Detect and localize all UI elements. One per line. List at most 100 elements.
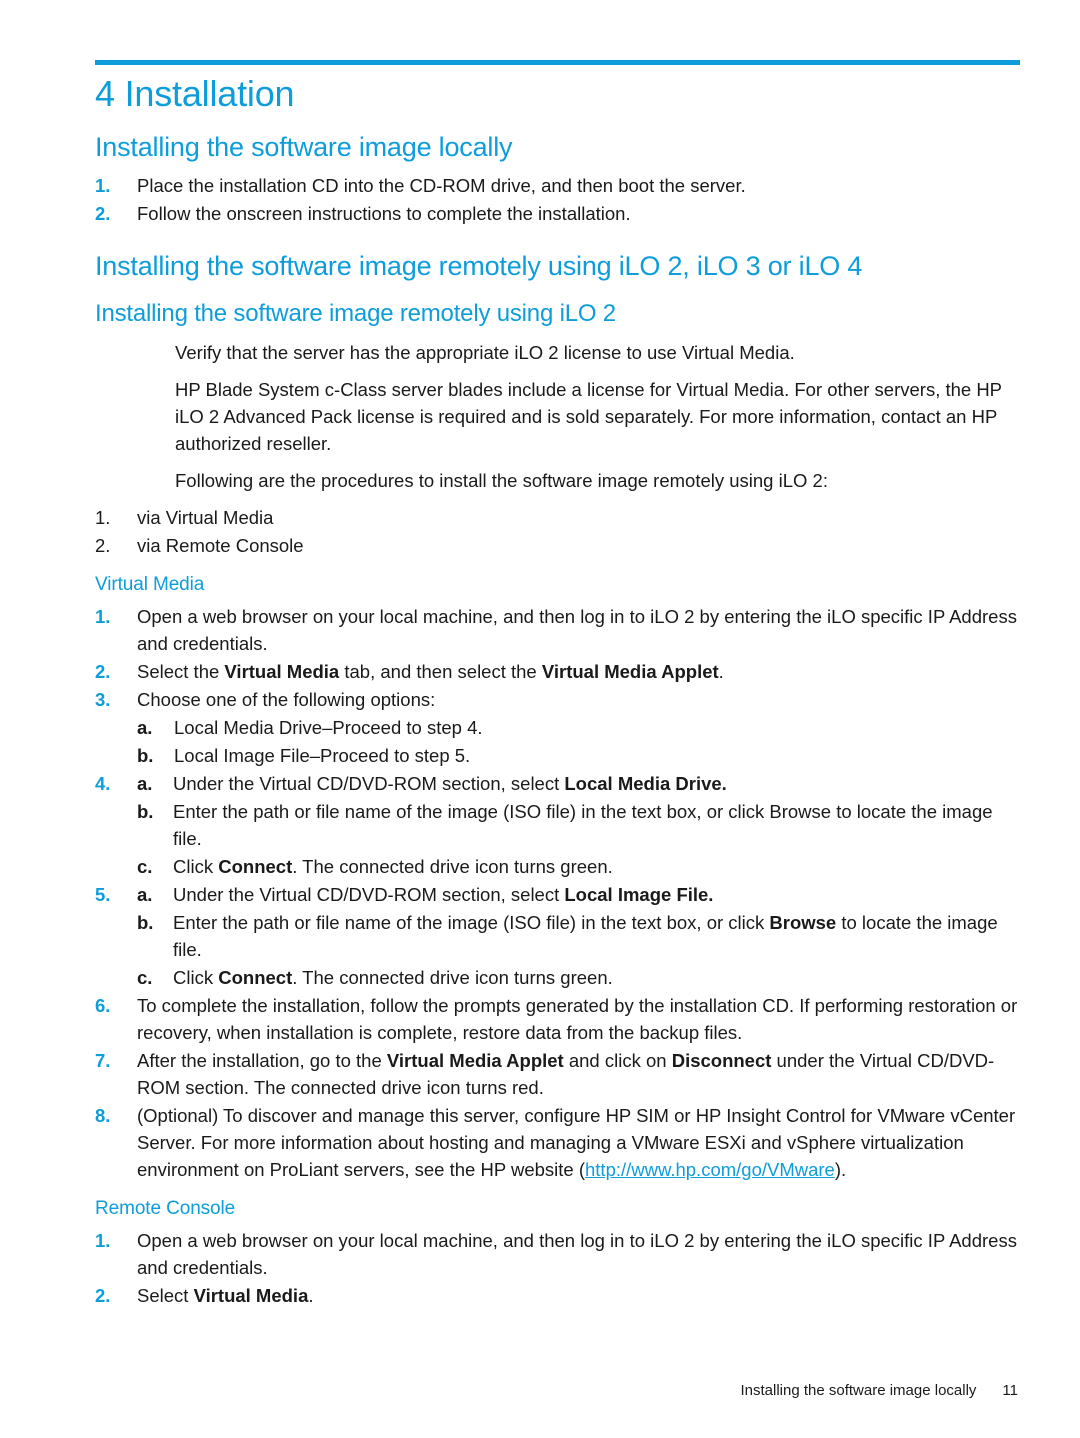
method-text: via Remote Console [137,535,304,556]
list-item: 5. a. Under the Virtual CD/DVD-ROM secti… [95,881,1020,908]
method-number: 2. [95,535,111,556]
sub-step-text: Local Media Drive–Proceed to step 4. [174,717,483,738]
list-item: b. Local Image File–Proceed to step 5. [137,742,1020,769]
emphasis-virtual-media: Virtual Media [224,661,340,682]
step-text: Place the installation CD into the CD-RO… [137,175,746,196]
paragraph-procedures-intro: Following are the procedures to install … [175,470,828,491]
step-number: 2. [95,661,111,682]
list-item: b. Enter the path or file name of the im… [95,798,1020,852]
step-text-mid: tab, and then select the [339,661,542,682]
emphasis-browse: Browse [769,912,837,933]
minor-heading-remote-console: Remote Console [95,1198,236,1219]
step-number: 8. [95,1105,111,1126]
list-item: b. Enter the path or file name of the im… [95,909,1020,963]
step-number: 2. [95,1285,111,1306]
step-text-pre: After the installation, go to the [137,1050,387,1071]
step-number: 4. [95,773,111,794]
sub-step-letter: b. [137,801,154,822]
chapter-title: 4 Installation [95,73,295,114]
sub-step-text-pre: Enter the path or file name of the image… [173,801,993,849]
remote-body: Verify that the server has the appropria… [175,339,1020,494]
list-item: 6. To complete the installation, follow … [95,992,1020,1046]
sub-step-text-post: . The connected drive icon turns green. [292,967,613,988]
emphasis-virtual-media-applet: Virtual Media Applet [386,1050,564,1071]
list-item: 2. Select the Virtual Media tab, and the… [95,658,1020,685]
sub-step-text-pre: Click [173,856,219,877]
sub-step-text-pre: Under the Virtual CD/DVD-ROM section, se… [173,773,565,794]
sub-step-text-pre: Under the Virtual CD/DVD-ROM section, se… [173,884,565,905]
local-steps-list: 1. Place the installation CD into the CD… [95,172,1020,227]
list-item: 7. After the installation, go to the Vir… [95,1047,1020,1101]
sub-step-letter: c. [137,856,153,877]
hp-vmware-link[interactable]: http://www.hp.com/go/VMware [585,1159,835,1180]
step-number: 5. [95,884,111,905]
step-text: Follow the onscreen instructions to comp… [137,203,631,224]
page-content: 4 Installation Installing the software i… [95,72,1020,1310]
step-text-post: . [718,661,724,682]
emphasis-virtual-media: Virtual Media [193,1285,309,1306]
list-item: 1. via Virtual Media [95,504,1020,531]
remote-console-steps-list: 1. Open a web browser on your local mach… [95,1227,1020,1309]
emphasis-connect: Connect [218,856,293,877]
sub-step-letter: a. [137,773,153,794]
step-text: To complete the installation, follow the… [137,995,1018,1043]
step-number: 6. [95,995,111,1016]
list-item: 2. via Remote Console [95,532,1020,559]
step-number: 3. [95,689,111,710]
step-number: 1. [95,606,111,627]
minor-heading-virtual-media: Virtual Media [95,574,205,595]
sub-step-text-post: . The connected drive icon turns green. [292,856,613,877]
paragraph-license-info: HP Blade System c-Class server blades in… [175,379,1002,454]
list-item: 1. Place the installation CD into the CD… [95,172,1020,199]
list-item: 1. Open a web browser on your local mach… [95,603,1020,657]
step-text-post: ). [834,1159,847,1180]
emphasis-local-media-drive: Local Media Drive. [564,773,727,794]
sub-step-text: Local Image File–Proceed to step 5. [174,745,471,766]
methods-list: 1. via Virtual Media 2. via Remote Conso… [95,504,1020,559]
page-footer: Installing the software image locally 11 [0,1382,1080,1399]
header-rule [95,60,1020,65]
sub-step-text-pre: Enter the path or file name of the image… [173,912,770,933]
step-text: Open a web browser on your local machine… [137,606,1017,654]
emphasis-disconnect: Disconnect [671,1050,772,1071]
step-text-pre: Select [137,1285,194,1306]
emphasis-connect: Connect [218,967,293,988]
sub-step-letter: b. [137,912,154,933]
list-item: 2. Select Virtual Media. [95,1282,1020,1309]
footer-title: Installing the software image locally [740,1382,977,1399]
step-text-pre: Select the [137,661,225,682]
sub-step-letter: b. [137,745,154,766]
sub-step-letter: a. [137,717,153,738]
list-item: 4. a. Under the Virtual CD/DVD-ROM secti… [95,770,1020,797]
step-text-pre: (Optional) To discover and manage this s… [137,1105,1016,1180]
sub-step-letter: a. [137,884,153,905]
sub-step-letter: c. [137,967,153,988]
section-heading-local: Installing the software image locally [95,132,513,162]
sub-step-text-pre: Click [173,967,219,988]
step-text: Open a web browser on your local machine… [137,1230,1017,1278]
step-text-mid: and click on [563,1050,672,1071]
emphasis-local-image-file: Local Image File. [564,884,714,905]
list-item: a. Local Media Drive–Proceed to step 4. [137,714,1020,741]
list-item: 3. Choose one of the following options: … [95,686,1020,769]
step-number: 7. [95,1050,111,1071]
list-item: c. Click Connect. The connected drive ic… [95,964,1020,991]
document-page: 4 Installation Installing the software i… [0,0,1080,1438]
step-text: Choose one of the following options: [137,689,436,710]
paragraph-verify-license: Verify that the server has the appropria… [175,342,795,363]
step-text-post: . [308,1285,314,1306]
emphasis-virtual-media-applet: Virtual Media Applet [541,661,719,682]
step-3-sub-list: a. Local Media Drive–Proceed to step 4. … [137,714,1020,769]
virtual-media-steps-list: 1. Open a web browser on your local mach… [95,603,1020,1183]
step-number: 1. [95,1230,111,1251]
list-item: 8. (Optional) To discover and manage thi… [95,1102,1020,1183]
step-number: 1. [95,175,111,196]
list-item: 2. Follow the onscreen instructions to c… [95,200,1020,227]
section-heading-remote: Installing the software image remotely u… [95,251,863,281]
subsection-heading-ilo2: Installing the software image remotely u… [95,300,616,327]
step-number: 2. [95,203,111,224]
method-number: 1. [95,507,111,528]
list-item: 1. Open a web browser on your local mach… [95,1227,1020,1281]
list-item: c. Click Connect. The connected drive ic… [95,853,1020,880]
method-text: via Virtual Media [137,507,274,528]
